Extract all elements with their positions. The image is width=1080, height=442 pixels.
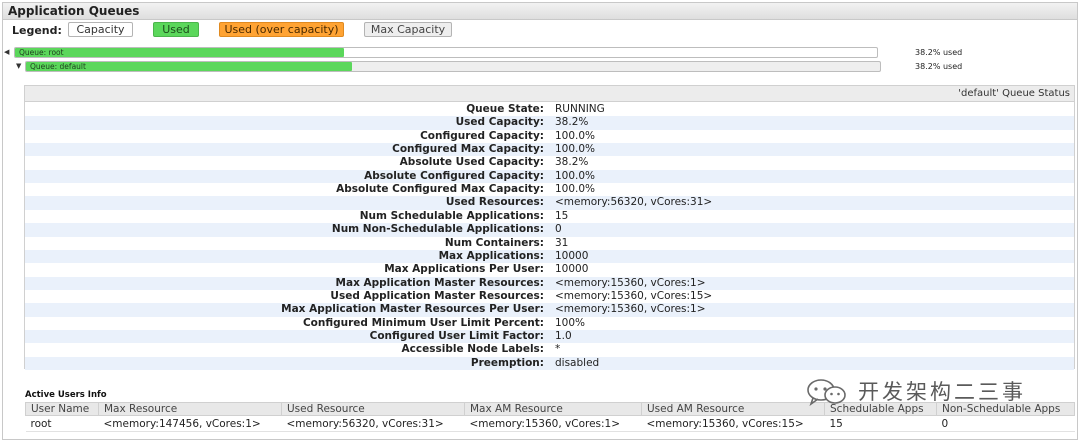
queue-status-table: 'default' Queue Status Queue State: RUNNI… [24,85,1075,371]
queue-used-percent: 38.2% used [915,62,963,71]
watermark: 开发架构二三事 [806,374,1046,408]
status-label: Absolute Configured Capacity: [364,169,544,182]
status-label: Configured User Limit Factor: [369,329,544,342]
queue-status-title: 'default' Queue Status [958,88,1070,99]
panel-title: Application Queues [8,4,140,18]
watermark-text: 开发架构二三事 [858,380,1026,404]
cell-used-am-resource: <memory:15360, vCores:15> [641,415,825,432]
queue-row-root[interactable]: ◀ Queue: root 38.2% used [4,47,1004,59]
status-row: Used Application Master Resources: <memor… [25,290,1074,303]
status-label: Num Non-Schedulable Applications: [331,223,544,236]
status-label: Configured Capacity: [420,129,544,142]
status-value: * [555,343,561,356]
status-row: Queue State: RUNNING [25,103,1074,116]
status-label: Used Application Master Resources: [330,289,544,302]
status-label: Used Capacity: [455,116,544,129]
status-value: 38.2% [555,156,589,169]
queue-status-header: 'default' Queue Status [25,86,1074,102]
status-value: 100.0% [555,169,596,182]
status-value: 100.0% [555,129,596,142]
status-row: Absolute Configured Capacity: 100.0% [25,169,1074,184]
status-row: Absolute Configured Max Capacity: 100.0% [25,183,1074,196]
cell-non-schedulable-apps: 0 [936,415,1075,432]
status-value: 100.0% [555,183,596,196]
status-row: Used Resources: <memory:56320, vCores:31> [25,196,1074,210]
cell-max-am-resource: <memory:15360, vCores:1> [464,415,642,432]
column-header[interactable]: Max AM Resource [464,402,642,416]
queue-label-default: Queue: default [30,62,86,71]
status-value: 31 [555,236,569,249]
cell-schedulable-apps: 15 [824,415,937,432]
status-value: 10000 [555,263,589,276]
status-label: Preemption: [470,356,544,369]
status-label: Num Schedulable Applications: [359,209,544,222]
status-label: Configured Max Capacity: [392,143,544,156]
status-row: Num Non-Schedulable Applications: 0 [25,223,1074,237]
status-row: Configured Capacity: 100.0% [25,130,1074,143]
status-row: Absolute Used Capacity: 38.2% [25,156,1074,169]
column-header[interactable]: Used AM Resource [641,402,825,416]
status-row: Preemption: disabled [25,356,1074,371]
status-row: Configured Max Capacity: 100.0% [25,143,1074,157]
status-value: 15 [555,209,569,222]
status-label: Max Applications Per User: [384,263,544,276]
column-header[interactable]: Max Resource [98,402,282,416]
status-value: 10000 [555,249,589,262]
legend-label: Legend: [12,24,62,37]
queue-used-fill [15,48,345,57]
legend-used: Used [153,22,199,37]
status-value: <memory:15360, vCores:1> [555,276,706,289]
status-label: Max Application Master Resources: [335,276,544,289]
cell-max-resource: <memory:147456, vCores:1> [98,415,282,432]
expand-triangle-icon[interactable]: ◀ [4,47,9,58]
legend-capacity: Capacity [68,22,133,37]
status-label: Used Resources: [445,196,544,209]
column-header[interactable]: User Name [25,402,99,416]
status-label: Absolute Used Capacity: [399,156,544,169]
active-users-title: Active Users Info [25,390,107,400]
status-label: Absolute Configured Max Capacity: [336,183,544,196]
status-row: Num Containers: 31 [25,237,1074,250]
status-value: <memory:56320, vCores:31> [555,196,713,209]
status-row: Num Schedulable Applications: 15 [25,210,1074,223]
status-label: Queue State: [466,103,544,115]
status-label: Configured Minimum User Limit Percent: [302,316,544,329]
queue-label-root: Queue: root [19,48,64,57]
status-row: Configured User Limit Factor: 1.0 [25,329,1074,344]
status-value: RUNNING [555,103,605,115]
cell-used-resource: <memory:56320, vCores:31> [281,415,465,432]
status-row: Max Applications: 10000 [25,249,1074,264]
status-label: Max Application Master Resources Per Use… [281,303,544,316]
status-value: 38.2% [555,116,589,129]
status-label: Num Containers: [444,236,544,249]
status-value: <memory:15360, vCores:1> [555,303,706,316]
status-label: Max Applications: [438,249,544,262]
panel-header: Application Queues [3,3,1077,20]
cell-user-name: root [25,415,99,432]
status-value: 0 [555,223,562,236]
wechat-icon [807,379,846,406]
table-row: root <memory:147456, vCores:1> <memory:5… [25,415,1075,432]
status-row: Accessible Node Labels: * [25,343,1074,356]
status-value: <memory:15360, vCores:15> [555,289,713,302]
status-row: Configured Minimum User Limit Percent: 10… [25,317,1074,330]
collapse-triangle-icon[interactable]: ▼ [16,61,21,72]
status-row: Max Application Master Resources Per Use… [25,303,1074,317]
status-value: 100.0% [555,143,596,156]
queue-row-default[interactable]: ▼ Queue: default 38.2% used [14,61,1004,73]
status-row: Max Applications Per User: 10000 [25,263,1074,276]
status-value: disabled [555,356,600,369]
status-value: 1.0 [555,329,572,342]
legend-max-capacity: Max Capacity [364,22,452,37]
legend-used-over-capacity: Used (over capacity) [219,22,344,37]
queue-bar-default[interactable]: Queue: default [25,61,881,72]
queue-used-percent: 38.2% used [915,48,963,57]
status-label: Accessible Node Labels: [401,343,544,356]
queue-bar-root[interactable]: Queue: root [14,47,878,58]
column-header[interactable]: Used Resource [281,402,465,416]
status-value: 100% [555,316,586,329]
status-row: Max Application Master Resources: <memory… [25,276,1074,290]
status-row: Used Capacity: 38.2% [25,116,1074,130]
